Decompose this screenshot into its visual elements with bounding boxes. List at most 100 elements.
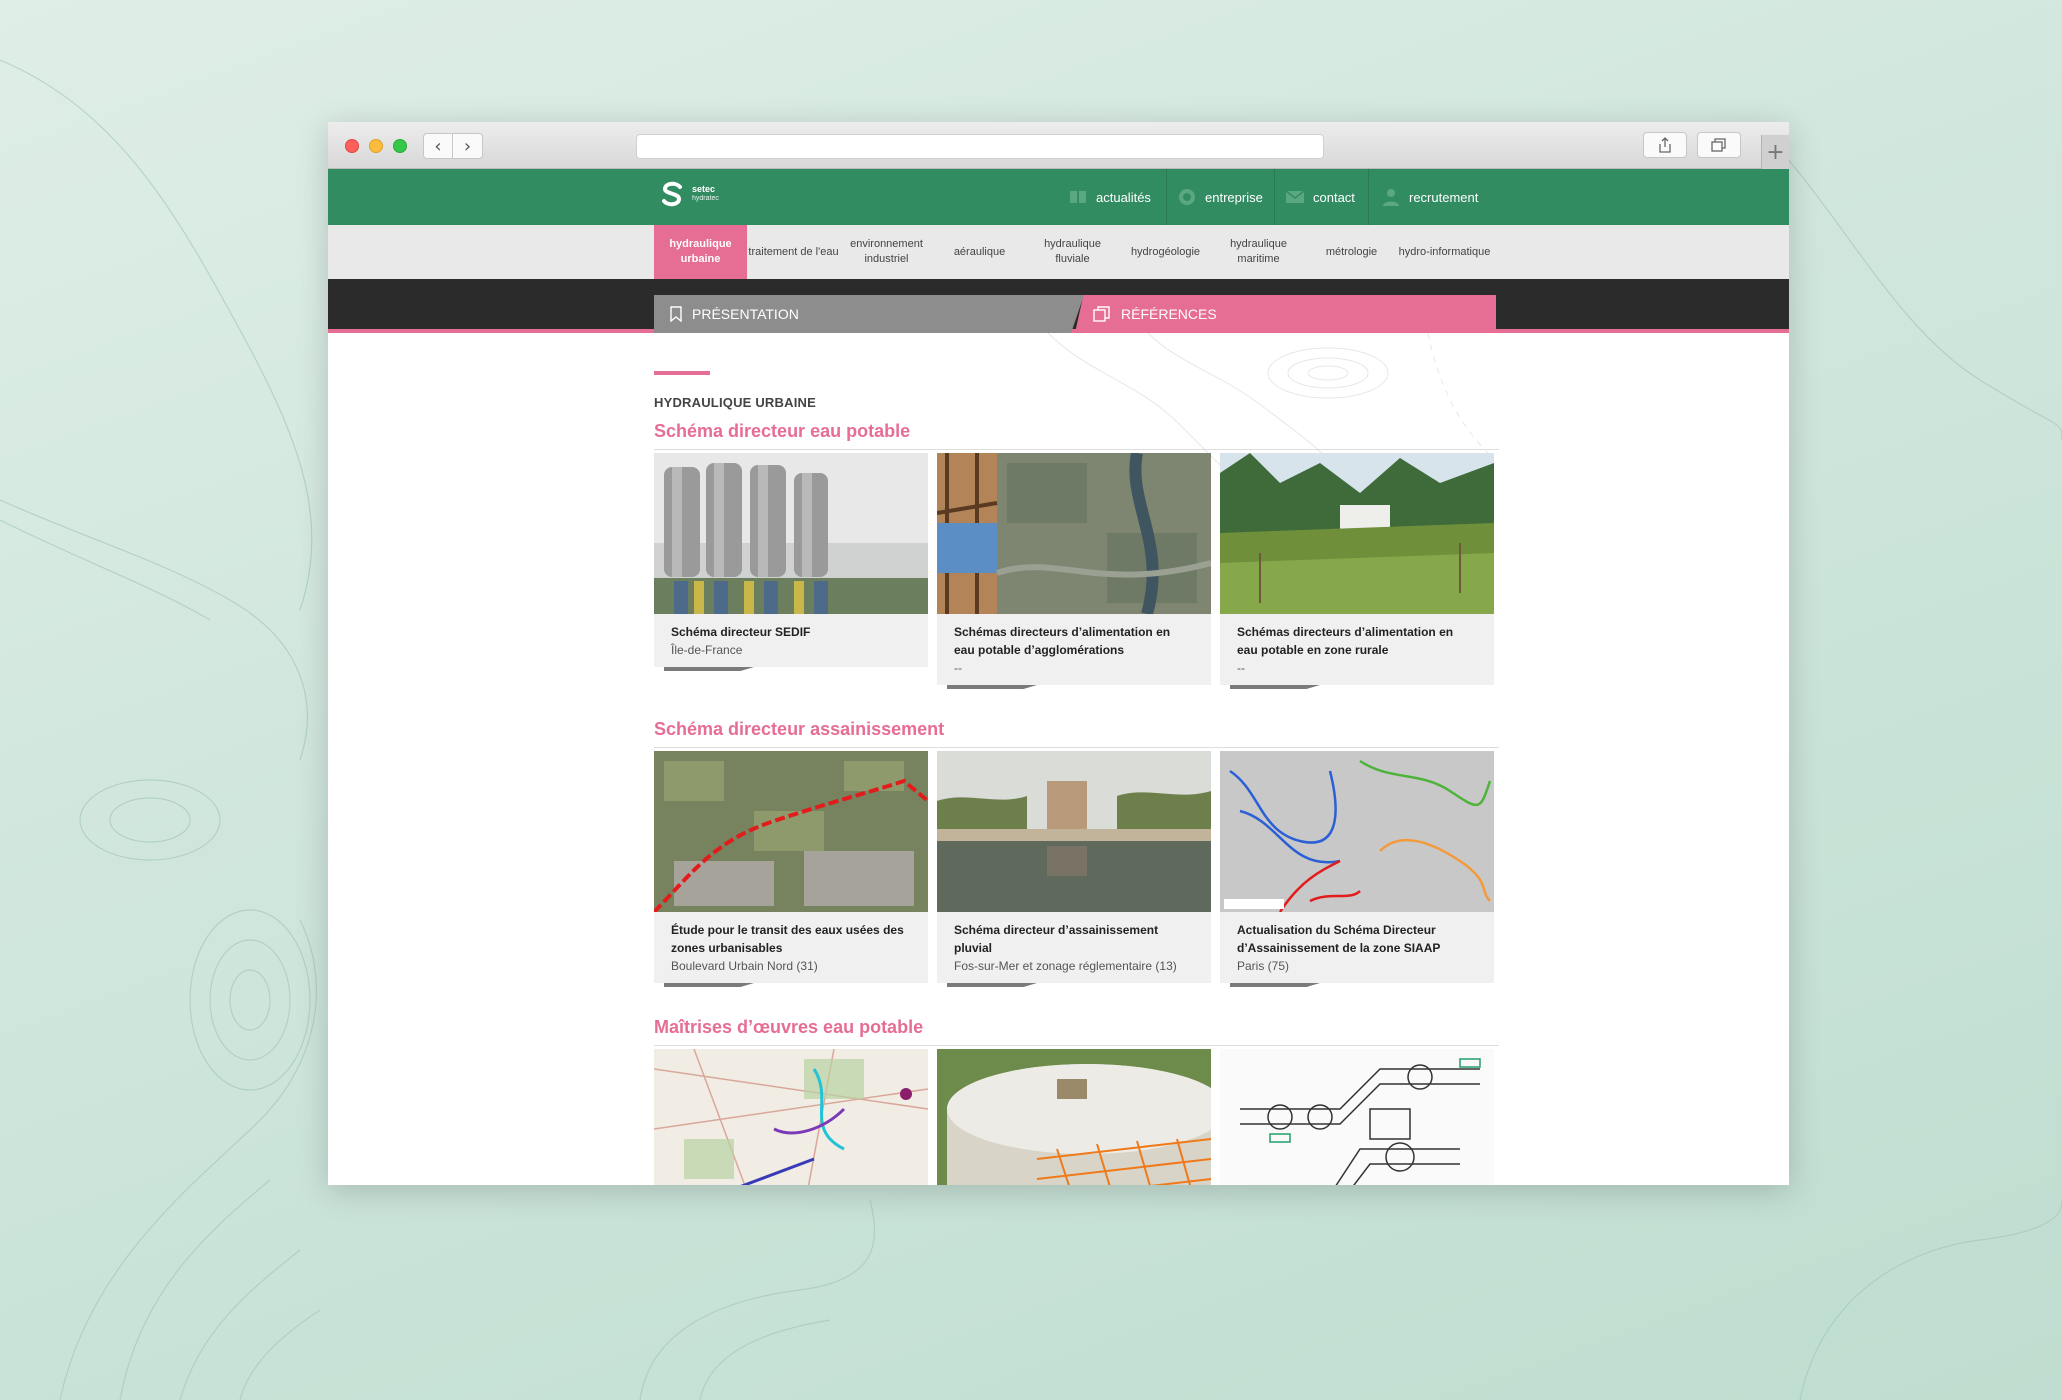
tab-references[interactable]: RÉFÉRENCES bbox=[1075, 295, 1496, 333]
category-label: hydraulique maritime bbox=[1230, 238, 1287, 265]
category-environnement-industriel[interactable]: environnement industriel bbox=[840, 225, 933, 279]
rural-reservoir-photo bbox=[1220, 453, 1494, 614]
reference-card[interactable]: Schéma directeur SEDIF Île-de-France bbox=[654, 453, 928, 691]
category-label: hydrogéologie bbox=[1130, 245, 1201, 258]
reference-title: Étude pour le transit des eaux usées des… bbox=[671, 923, 904, 955]
reference-card[interactable]: Schémas directeurs d’alimentation en eau… bbox=[937, 453, 1211, 691]
chevron-right-icon: › bbox=[463, 135, 472, 157]
category-metrologie[interactable]: métrologie bbox=[1305, 225, 1398, 279]
tab-label: PRÉSENTATION bbox=[692, 306, 799, 322]
reference-title: Actualisation du Schéma Directeur d’Assa… bbox=[1237, 923, 1441, 955]
reference-location: -- bbox=[1237, 661, 1245, 675]
zoom-window-button[interactable] bbox=[393, 139, 407, 153]
category-hydrogeologie[interactable]: hydrogéologie bbox=[1119, 225, 1212, 279]
references-content: HYDRAULIQUE URBAINE Schéma directeur eau… bbox=[328, 333, 1789, 1185]
category-aeraulique[interactable]: aéraulique bbox=[933, 225, 1026, 279]
topnav-entreprise[interactable]: entreprise bbox=[1166, 169, 1274, 225]
news-icon bbox=[1070, 191, 1086, 203]
category-navigation: hydraulique urbaine traitement de l'eau … bbox=[328, 225, 1789, 293]
reference-title: Schémas directeurs d’alimentation en eau… bbox=[1237, 625, 1454, 657]
copy-icon bbox=[1093, 306, 1110, 322]
reference-grid bbox=[654, 1049, 1789, 1185]
card-footer-accent bbox=[654, 983, 928, 989]
reference-card-body: Étude pour le transit des eaux usées des… bbox=[654, 912, 928, 983]
category-hydro-informatique[interactable]: hydro-informatique bbox=[1398, 225, 1491, 279]
share-icon bbox=[1659, 137, 1671, 153]
reference-title: Schéma directeur d’assainissement pluvia… bbox=[954, 923, 1159, 955]
card-footer-accent bbox=[654, 667, 928, 673]
reference-location: Paris (75) bbox=[1237, 959, 1290, 973]
topnav-contact[interactable]: contact bbox=[1274, 169, 1368, 225]
reference-grid: Étude pour le transit des eaux usées des… bbox=[654, 751, 1789, 989]
show-tabs-button[interactable] bbox=[1697, 132, 1741, 158]
reference-card[interactable] bbox=[654, 1049, 928, 1185]
top-navigation: setec hydratec actualités entreprise con… bbox=[328, 169, 1789, 225]
section-tab-bar: PRÉSENTATION RÉFÉRENCES bbox=[328, 279, 1789, 333]
mail-icon bbox=[1285, 190, 1305, 203]
topnav-label: actualités bbox=[1096, 189, 1151, 205]
category-label: hydraulique urbaine bbox=[669, 238, 732, 265]
category-label: métrologie bbox=[1325, 245, 1378, 258]
category-hydraulique-fluviale[interactable]: hydraulique fluviale bbox=[1026, 225, 1119, 279]
category-traitement-eau[interactable]: traitement de l'eau bbox=[747, 225, 840, 279]
card-footer-accent bbox=[937, 983, 1211, 989]
topo-map bbox=[654, 1049, 928, 1185]
reference-card-body: Schémas directeurs d’alimentation en eau… bbox=[937, 614, 1211, 685]
address-bar[interactable] bbox=[636, 134, 1324, 159]
share-button[interactable] bbox=[1643, 132, 1687, 158]
browser-window: ‹ › + setec hydratec actualités entrepri… bbox=[328, 122, 1789, 1185]
category-label: hydraulique fluviale bbox=[1044, 238, 1101, 265]
tab-presentation[interactable]: PRÉSENTATION bbox=[654, 295, 1084, 333]
browser-toolbar: ‹ › + bbox=[328, 122, 1789, 169]
website: setec hydratec actualités entreprise con… bbox=[328, 169, 1789, 1185]
back-button[interactable]: ‹ bbox=[423, 133, 453, 159]
reference-card[interactable]: Étude pour le transit des eaux usées des… bbox=[654, 751, 928, 989]
reference-location: -- bbox=[954, 661, 962, 675]
aerial-route-photo bbox=[654, 751, 928, 912]
reference-card-body: Schémas directeurs d’alimentation en eau… bbox=[1220, 614, 1494, 685]
card-footer-accent bbox=[937, 685, 1211, 691]
chevron-left-icon: ‹ bbox=[434, 135, 442, 157]
aerial-city-photo bbox=[937, 453, 1211, 614]
reference-card-body: Schéma directeur SEDIF Île-de-France bbox=[654, 614, 928, 667]
new-tab-button[interactable]: + bbox=[1761, 135, 1789, 169]
globe-icon bbox=[1179, 189, 1195, 205]
category-hydraulique-urbaine[interactable]: hydraulique urbaine bbox=[654, 225, 747, 293]
topnav-actualites[interactable]: actualités bbox=[1068, 169, 1166, 225]
category-label: environnement industriel bbox=[850, 238, 923, 265]
reference-title: Schémas directeurs d’alimentation en eau… bbox=[954, 625, 1171, 657]
bookmark-icon bbox=[670, 306, 682, 322]
category-label: traitement de l'eau bbox=[748, 245, 839, 258]
top-menu: actualités entreprise contact recrutemen… bbox=[328, 169, 1789, 225]
forward-button[interactable]: › bbox=[453, 133, 483, 159]
category-label: hydro-informatique bbox=[1398, 245, 1491, 258]
reference-title: Schéma directeur SEDIF bbox=[671, 625, 811, 639]
tabs-icon bbox=[1711, 138, 1726, 152]
card-footer-accent bbox=[1220, 983, 1494, 989]
reference-card[interactable]: Schéma directeur d’assainissement pluvia… bbox=[937, 751, 1211, 989]
title-accent-bar bbox=[654, 371, 710, 375]
topnav-label: contact bbox=[1313, 189, 1355, 205]
reference-location: Boulevard Urbain Nord (31) bbox=[671, 959, 818, 973]
water-towers-photo bbox=[654, 453, 928, 614]
minimize-window-button[interactable] bbox=[369, 139, 383, 153]
topnav-label: entreprise bbox=[1205, 189, 1263, 205]
plus-icon: + bbox=[1766, 139, 1785, 165]
tab-label: RÉFÉRENCES bbox=[1121, 306, 1217, 322]
section-title: Maîtrises d’œuvres eau potable bbox=[654, 1017, 1499, 1046]
network-map bbox=[1220, 751, 1494, 912]
reference-card[interactable] bbox=[937, 1049, 1211, 1185]
close-window-button[interactable] bbox=[345, 139, 359, 153]
reference-card[interactable]: Actualisation du Schéma Directeur d’Assa… bbox=[1220, 751, 1494, 989]
reference-location: Île-de-France bbox=[671, 643, 743, 657]
reference-card[interactable] bbox=[1220, 1049, 1494, 1185]
reference-card[interactable]: Schémas directeurs d’alimentation en eau… bbox=[1220, 453, 1494, 691]
category-hydraulique-maritime[interactable]: hydraulique maritime bbox=[1212, 225, 1305, 279]
topnav-label: recrutement bbox=[1409, 189, 1479, 205]
pond-building-photo bbox=[937, 751, 1211, 912]
user-icon bbox=[1383, 189, 1399, 206]
card-footer-accent bbox=[1220, 685, 1494, 691]
topnav-recrutement[interactable]: recrutement bbox=[1368, 169, 1498, 225]
reference-grid: Schéma directeur SEDIF Île-de-France Sch… bbox=[654, 453, 1789, 691]
reference-card-body: Actualisation du Schéma Directeur d’Assa… bbox=[1220, 912, 1494, 983]
